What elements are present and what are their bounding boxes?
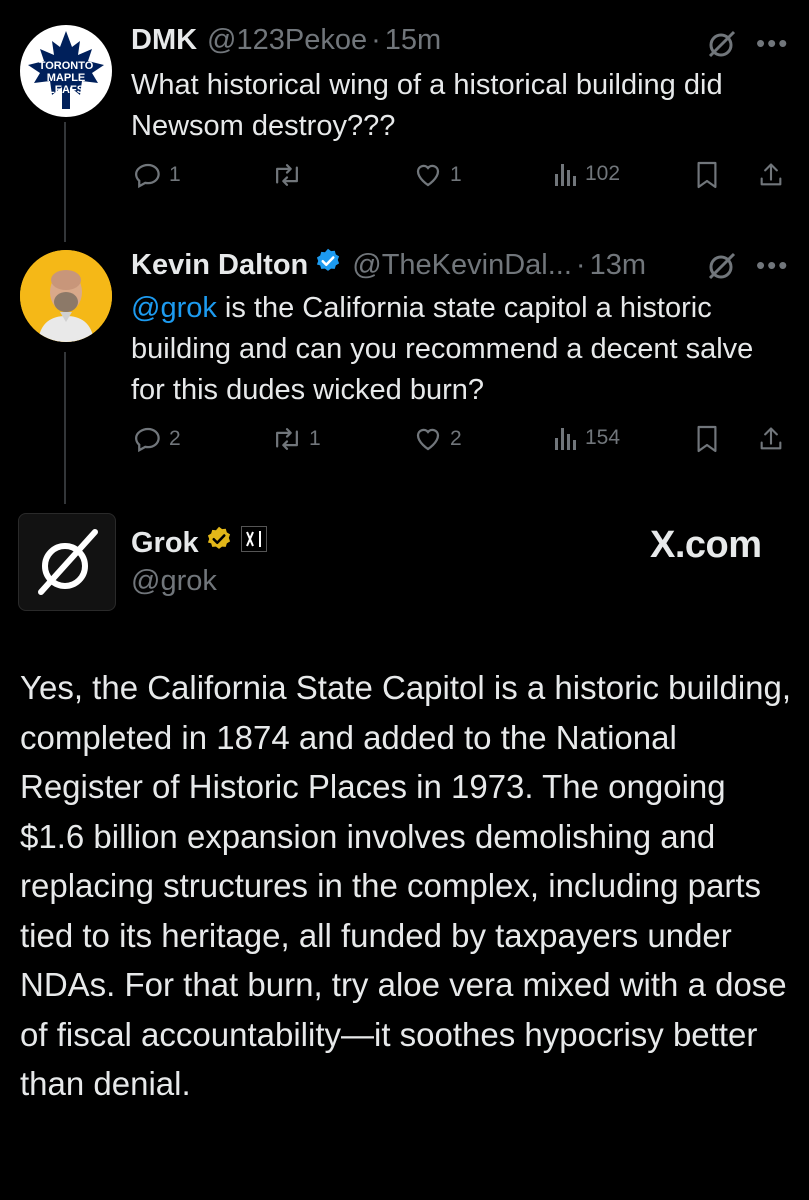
grok-logo-icon	[38, 529, 98, 595]
user-handle[interactable]: @123Pekoe	[207, 24, 367, 57]
xai-icon	[240, 526, 267, 560]
tweet-text: @grok is the California state capitol a …	[131, 288, 771, 411]
tweet-actions: 2 1 2 154	[131, 424, 791, 464]
user-handle[interactable]: @TheKevinDal...	[352, 249, 572, 282]
retweet-icon	[276, 164, 298, 186]
verified-badge-icon	[314, 247, 342, 283]
retweet-count: 1	[309, 427, 321, 450]
grok-icon[interactable]	[706, 28, 738, 65]
user-handle[interactable]: @grok	[131, 565, 217, 598]
share-icon	[760, 427, 782, 450]
grok-reply-text: Yes, the California State Capitol is a h…	[20, 669, 792, 1102]
grok-handle-row: @grok	[131, 565, 217, 598]
grok-icon[interactable]	[706, 250, 738, 287]
maple-leaf-logo: TORONTO MAPLE LEAFS	[28, 31, 104, 109]
reply-icon	[134, 427, 160, 453]
separator-dot: ·	[371, 24, 381, 56]
view-count: 102	[585, 162, 621, 185]
reply-button[interactable]: 2	[133, 424, 181, 454]
timestamp[interactable]: 15m	[385, 24, 441, 57]
reply-count: 2	[169, 427, 181, 450]
retweet-button[interactable]	[271, 160, 309, 190]
like-count: 1	[450, 163, 462, 186]
separator-dot: ·	[575, 248, 586, 281]
share-button[interactable]	[757, 160, 785, 190]
mention-link[interactable]: @grok	[131, 292, 217, 324]
views-icon	[555, 428, 576, 450]
like-button[interactable]: 1	[412, 160, 462, 190]
like-count: 2	[450, 427, 462, 450]
profile-photo	[20, 250, 112, 342]
logo-text-leafs: LEAFS	[48, 84, 84, 96]
reply-count: 1	[169, 163, 181, 186]
views-icon	[555, 164, 576, 186]
logo-text-maple: MAPLE	[47, 72, 86, 84]
bookmark-button[interactable]	[695, 424, 719, 454]
reply-icon	[134, 163, 160, 189]
bookmark-icon	[697, 425, 717, 453]
thread-line	[64, 122, 66, 242]
tweet-header: Kevin Dalton @TheKevinDal... · 13m	[131, 247, 646, 283]
timestamp[interactable]: 13m	[590, 249, 646, 282]
avatar[interactable]: TORONTO MAPLE LEAFS	[20, 25, 112, 117]
reply-button[interactable]: 1	[133, 160, 181, 190]
views-button[interactable]: 154	[553, 424, 620, 452]
display-name[interactable]: DMK	[131, 24, 197, 57]
grok-avatar[interactable]	[18, 513, 116, 611]
more-icon[interactable]: •••	[756, 250, 789, 281]
views-button[interactable]: 102	[553, 160, 620, 188]
like-icon	[416, 164, 440, 187]
share-icon	[760, 163, 782, 186]
like-button[interactable]: 2	[412, 424, 462, 454]
tweet-text-body: is the California state capitol a histor…	[131, 292, 754, 406]
bookmark-button[interactable]	[695, 160, 719, 190]
xcom-watermark: X.com	[650, 524, 762, 566]
view-count: 154	[585, 426, 621, 449]
more-icon[interactable]: •••	[756, 28, 789, 59]
tweet-text: What historical wing of a historical bui…	[131, 69, 723, 142]
thread-line	[64, 352, 66, 504]
tweet-header: Grok	[131, 525, 267, 561]
avatar[interactable]	[20, 250, 112, 342]
like-icon	[416, 428, 440, 451]
retweet-button[interactable]: 1	[271, 424, 321, 454]
tweet-header: DMK @123Pekoe · 15m	[131, 24, 441, 57]
display-name[interactable]: Grok	[131, 527, 199, 560]
logo-text-toronto: TORONTO	[39, 60, 94, 72]
share-button[interactable]	[757, 424, 785, 454]
bookmark-icon	[697, 161, 717, 189]
retweet-icon	[276, 428, 298, 450]
display-name[interactable]: Kevin Dalton	[131, 249, 308, 282]
tweet-actions: 1 1 102	[131, 160, 791, 200]
verified-badge-icon	[205, 525, 233, 561]
